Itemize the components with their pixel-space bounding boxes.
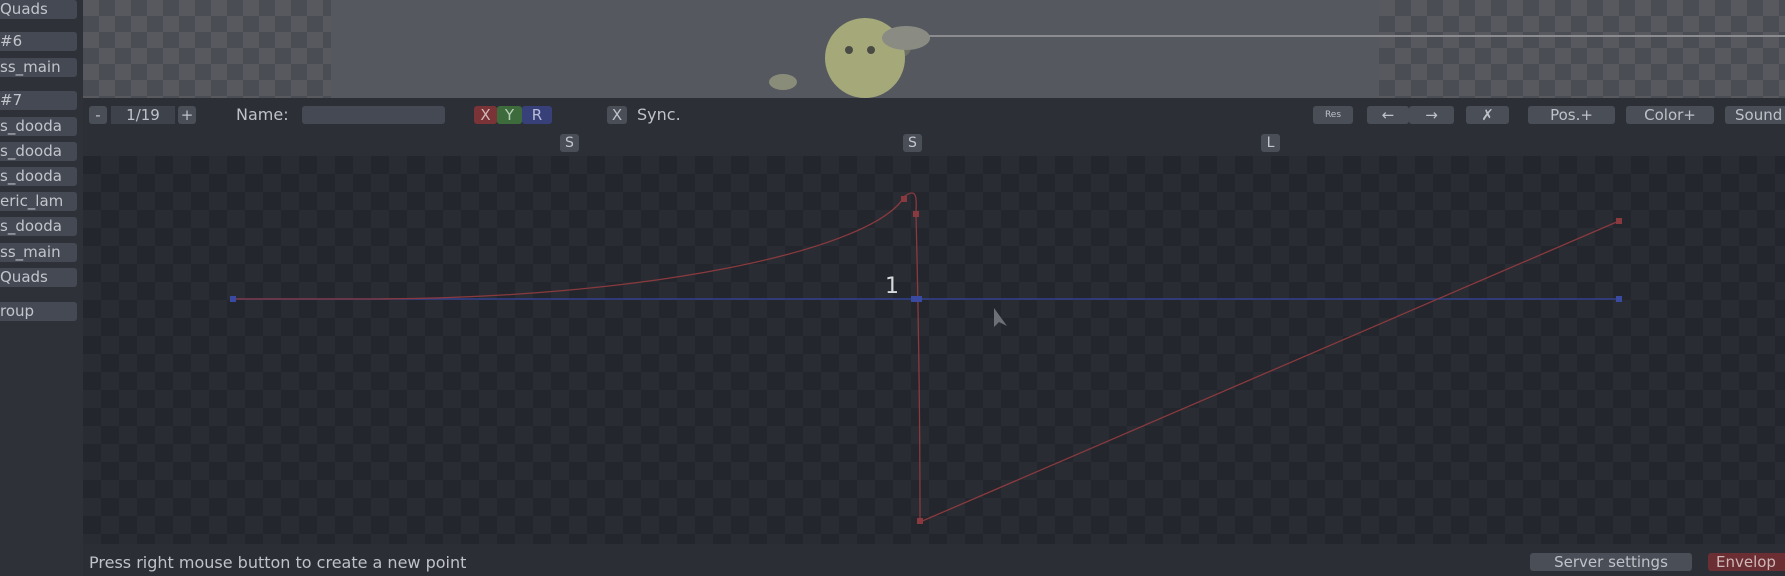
envelope-point[interactable]	[901, 196, 907, 202]
next-envelope-button[interactable]: +	[178, 106, 196, 124]
sidebar-item-add-group[interactable]: roup	[0, 302, 77, 321]
moon-eye	[845, 46, 853, 54]
envelopes-tab[interactable]: Envelop	[1708, 553, 1785, 571]
bush-shape	[769, 74, 797, 90]
sidebar-item-layer[interactable]: eric_lam	[0, 192, 77, 211]
server-settings-button[interactable]: Server settings	[1530, 553, 1692, 571]
moon-eye	[867, 46, 875, 54]
resolution-button[interactable]: Res	[1313, 106, 1353, 124]
cloud-shape	[882, 26, 930, 50]
channel-y-toggle[interactable]: Y	[497, 106, 522, 124]
add-position-envelope-button[interactable]: Pos.+	[1528, 106, 1615, 124]
add-color-envelope-button[interactable]: Color+	[1626, 106, 1714, 124]
map-preview[interactable]	[83, 0, 1785, 98]
sidebar-item-layer[interactable]: s_dooda	[0, 217, 77, 236]
mouse-cursor-icon	[994, 308, 1007, 327]
layers-sidebar: Quads #6 ss_main #7 s_dooda s_dooda s_do…	[0, 0, 83, 576]
curve-type-marker[interactable]: L	[1261, 134, 1280, 152]
move-right-button[interactable]: →	[1409, 106, 1454, 124]
envelope-curves	[230, 192, 1622, 524]
delete-envelope-button[interactable]: ✗	[1466, 106, 1509, 124]
envelope-graph[interactable]: 1	[83, 156, 1785, 544]
sidebar-item-group-7[interactable]: #7	[0, 91, 77, 110]
curve-type-marker[interactable]: S	[903, 134, 922, 152]
sidebar-item-group-6[interactable]: #6	[0, 32, 77, 51]
preview-scene	[769, 18, 1785, 98]
move-left-button[interactable]: ←	[1367, 106, 1409, 124]
sync-label: Sync.	[637, 105, 681, 124]
prev-envelope-button[interactable]: -	[89, 106, 107, 124]
envelope-point[interactable]	[1616, 218, 1622, 224]
envelope-name-input[interactable]	[302, 106, 445, 124]
status-hint: Press right mouse button to create a new…	[89, 553, 467, 572]
envelope-point[interactable]	[1616, 296, 1622, 302]
envelope-point-selected[interactable]	[911, 296, 922, 302]
envelope-point[interactable]	[230, 296, 236, 302]
channel-red-curve	[233, 192, 1620, 523]
envelope-index: 1/19	[111, 106, 175, 124]
sidebar-item-layer[interactable]: ss_main	[0, 243, 77, 262]
envelope-point[interactable]	[917, 518, 923, 524]
sidebar-item-layer[interactable]: ss_main	[0, 58, 77, 77]
sidebar-item-layer[interactable]: s_dooda	[0, 167, 77, 186]
channel-r-toggle[interactable]: R	[522, 106, 552, 124]
envelope-point[interactable]	[913, 211, 919, 217]
sync-checkbox[interactable]: X	[607, 106, 627, 124]
sidebar-item-layer[interactable]: s_dooda	[0, 117, 77, 136]
name-label: Name:	[236, 105, 289, 124]
sidebar-item-quads[interactable]: Quads	[0, 268, 77, 287]
sidebar-item-layer[interactable]: s_dooda	[0, 142, 77, 161]
channel-x-toggle[interactable]: X	[474, 106, 497, 124]
selected-point-label: 1	[885, 274, 899, 299]
curve-type-marker[interactable]: S	[560, 134, 579, 152]
add-sound-envelope-button[interactable]: Sound	[1725, 106, 1785, 124]
sidebar-item-quads[interactable]: Quads	[0, 0, 77, 19]
